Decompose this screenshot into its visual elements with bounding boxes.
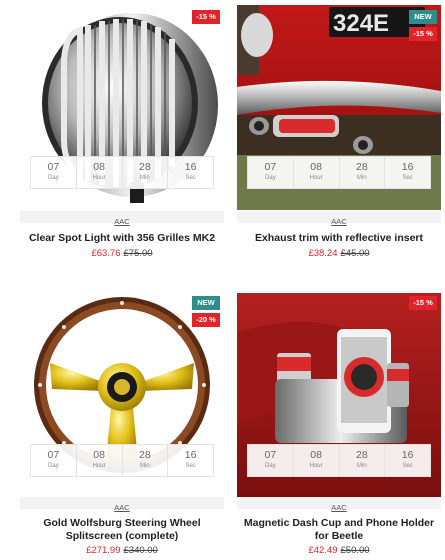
product-card[interactable]: -15 % 07 Day 08 Hour 28 Min 16 Sec AAC Clear…: [20, 5, 224, 259]
product-image[interactable]: 324E NEW -15 % 07 Day 08 Hour 28 Min 16 Sec: [237, 5, 441, 210]
countdown-hours-label: Hour: [309, 463, 323, 469]
brand-row: AAC: [237, 211, 441, 226]
old-price: £340.00: [123, 545, 158, 556]
countdown-days: 07 Day: [31, 157, 77, 188]
old-price: £50.00: [340, 545, 370, 556]
countdown-days-value: 07: [264, 449, 277, 461]
countdown-days-label: Day: [48, 463, 59, 469]
brand-row: AAC: [20, 497, 224, 512]
countdown-secs-value: 16: [184, 449, 197, 461]
product-title[interactable]: Gold Wolfsburg Steering Wheel Splitscree…: [20, 517, 224, 543]
countdown-days-value: 07: [47, 449, 60, 461]
countdown-hours-value: 08: [93, 161, 105, 173]
countdown-days-label: Day: [265, 463, 276, 469]
countdown-hours: 08 Hour: [77, 157, 123, 188]
countdown-mins-label: Min: [357, 175, 367, 181]
discount-badge: -15 %: [192, 10, 220, 24]
sale-price: £271.99: [86, 545, 121, 556]
product-image[interactable]: NEW -20 % 07 Day 08 Hour 28 Min 16 Sec: [20, 293, 224, 498]
countdown-secs-value: 16: [184, 161, 197, 173]
product-title-line1: Magnetic Dash Cup and Phone Holder: [243, 517, 435, 529]
price-row: £42.49 £50.00: [237, 545, 441, 557]
countdown-hours: 08 Hour: [294, 445, 340, 476]
old-price: £45.00: [340, 248, 370, 259]
countdown-days-label: Day: [48, 175, 59, 181]
countdown-hours-value: 08: [310, 449, 322, 461]
product-title[interactable]: Clear Spot Light with 356 Grilles MK2: [20, 232, 224, 245]
old-price: £75.00: [123, 248, 153, 259]
countdown-hours-label: Hour: [92, 175, 106, 181]
countdown-secs-value: 16: [401, 161, 414, 173]
product-card[interactable]: NEW -20 % 07 Day 08 Hour 28 Min 16 Sec AAC G…: [20, 293, 224, 556]
countdown-mins-label: Min: [357, 463, 367, 469]
sale-price: £38.24: [308, 248, 338, 259]
countdown-days: 07 Day: [31, 445, 77, 476]
product-title[interactable]: Magnetic Dash Cup and Phone Holder for B…: [237, 517, 441, 543]
countdown-secs: 16 Sec: [168, 157, 213, 188]
countdown-timer: 07 Day 08 Hour 28 Min 16 Sec: [30, 444, 214, 477]
countdown-secs-value: 16: [401, 449, 414, 461]
countdown-hours-value: 08: [93, 449, 105, 461]
countdown-mins: 28 Min: [123, 157, 169, 188]
countdown-timer: 07 Day 08 Hour 28 Min 16 Sec: [30, 156, 214, 189]
countdown-days-value: 07: [264, 161, 277, 173]
countdown-hours: 08 Hour: [294, 157, 340, 188]
license-plate-text: 324E: [333, 10, 389, 37]
sale-price: £63.76: [91, 248, 121, 259]
countdown-secs: 16 Sec: [385, 157, 430, 188]
countdown-days-value: 07: [47, 161, 60, 173]
countdown-mins-label: Min: [140, 175, 150, 181]
brand-link[interactable]: AAC: [114, 217, 129, 226]
countdown-hours-label: Hour: [92, 463, 106, 469]
brand-row: AAC: [20, 211, 224, 226]
countdown-timer: 07 Day 08 Hour 28 Min 16 Sec: [247, 444, 431, 477]
sale-price: £42.49: [308, 545, 338, 556]
countdown-secs-label: Sec: [185, 463, 196, 469]
product-title-line2: Splitscreen (complete): [65, 530, 179, 542]
countdown-days: 07 Day: [248, 445, 294, 476]
countdown-mins-value: 28: [356, 449, 368, 461]
countdown-hours-label: Hour: [309, 175, 323, 181]
discount-badge: -15 %: [409, 296, 437, 310]
countdown-mins: 28 Min: [340, 445, 386, 476]
countdown-secs: 16 Sec: [385, 445, 430, 476]
price-row: £38.24 £45.00: [237, 248, 441, 260]
countdown-mins: 28 Min: [340, 157, 386, 188]
discount-badge: -20 %: [192, 313, 220, 327]
product-card[interactable]: 324E NEW -15 % 07 Day 08 Hour 28 Min 16 Sec …: [237, 5, 441, 259]
brand-link[interactable]: AAC: [114, 503, 129, 512]
new-badge: NEW: [192, 296, 220, 310]
countdown-mins-label: Min: [140, 463, 150, 469]
countdown-hours: 08 Hour: [77, 445, 123, 476]
countdown-secs-label: Sec: [402, 463, 413, 469]
brand-link[interactable]: AAC: [331, 217, 346, 226]
countdown-days: 07 Day: [248, 157, 294, 188]
countdown-days-label: Day: [265, 175, 276, 181]
brand-row: AAC: [237, 497, 441, 512]
countdown-secs: 16 Sec: [168, 445, 213, 476]
countdown-mins-value: 28: [139, 161, 151, 173]
product-title-line1: Gold Wolfsburg Steering Wheel: [43, 517, 201, 529]
countdown-secs-label: Sec: [402, 175, 413, 181]
countdown-timer: 07 Day 08 Hour 28 Min 16 Sec: [247, 156, 431, 189]
countdown-hours-value: 08: [310, 161, 322, 173]
discount-badge: -15 %: [409, 27, 437, 41]
countdown-mins-value: 28: [139, 449, 151, 461]
countdown-mins-value: 28: [356, 161, 368, 173]
product-title[interactable]: Exhaust trim with reflective insert: [237, 232, 441, 245]
countdown-mins: 28 Min: [123, 445, 169, 476]
product-image[interactable]: -15 % 07 Day 08 Hour 28 Min 16 Sec: [237, 293, 441, 498]
price-row: £63.76 £75.00: [20, 248, 224, 260]
countdown-secs-label: Sec: [185, 175, 196, 181]
new-badge: NEW: [409, 10, 437, 24]
product-image[interactable]: -15 % 07 Day 08 Hour 28 Min 16 Sec: [20, 5, 224, 210]
price-row: £271.99 £340.00: [20, 545, 224, 557]
brand-link[interactable]: AAC: [331, 503, 346, 512]
product-title-line2: for Beetle: [314, 530, 364, 542]
product-card[interactable]: -15 % 07 Day 08 Hour 28 Min 16 Sec AAC Magne…: [237, 293, 441, 556]
